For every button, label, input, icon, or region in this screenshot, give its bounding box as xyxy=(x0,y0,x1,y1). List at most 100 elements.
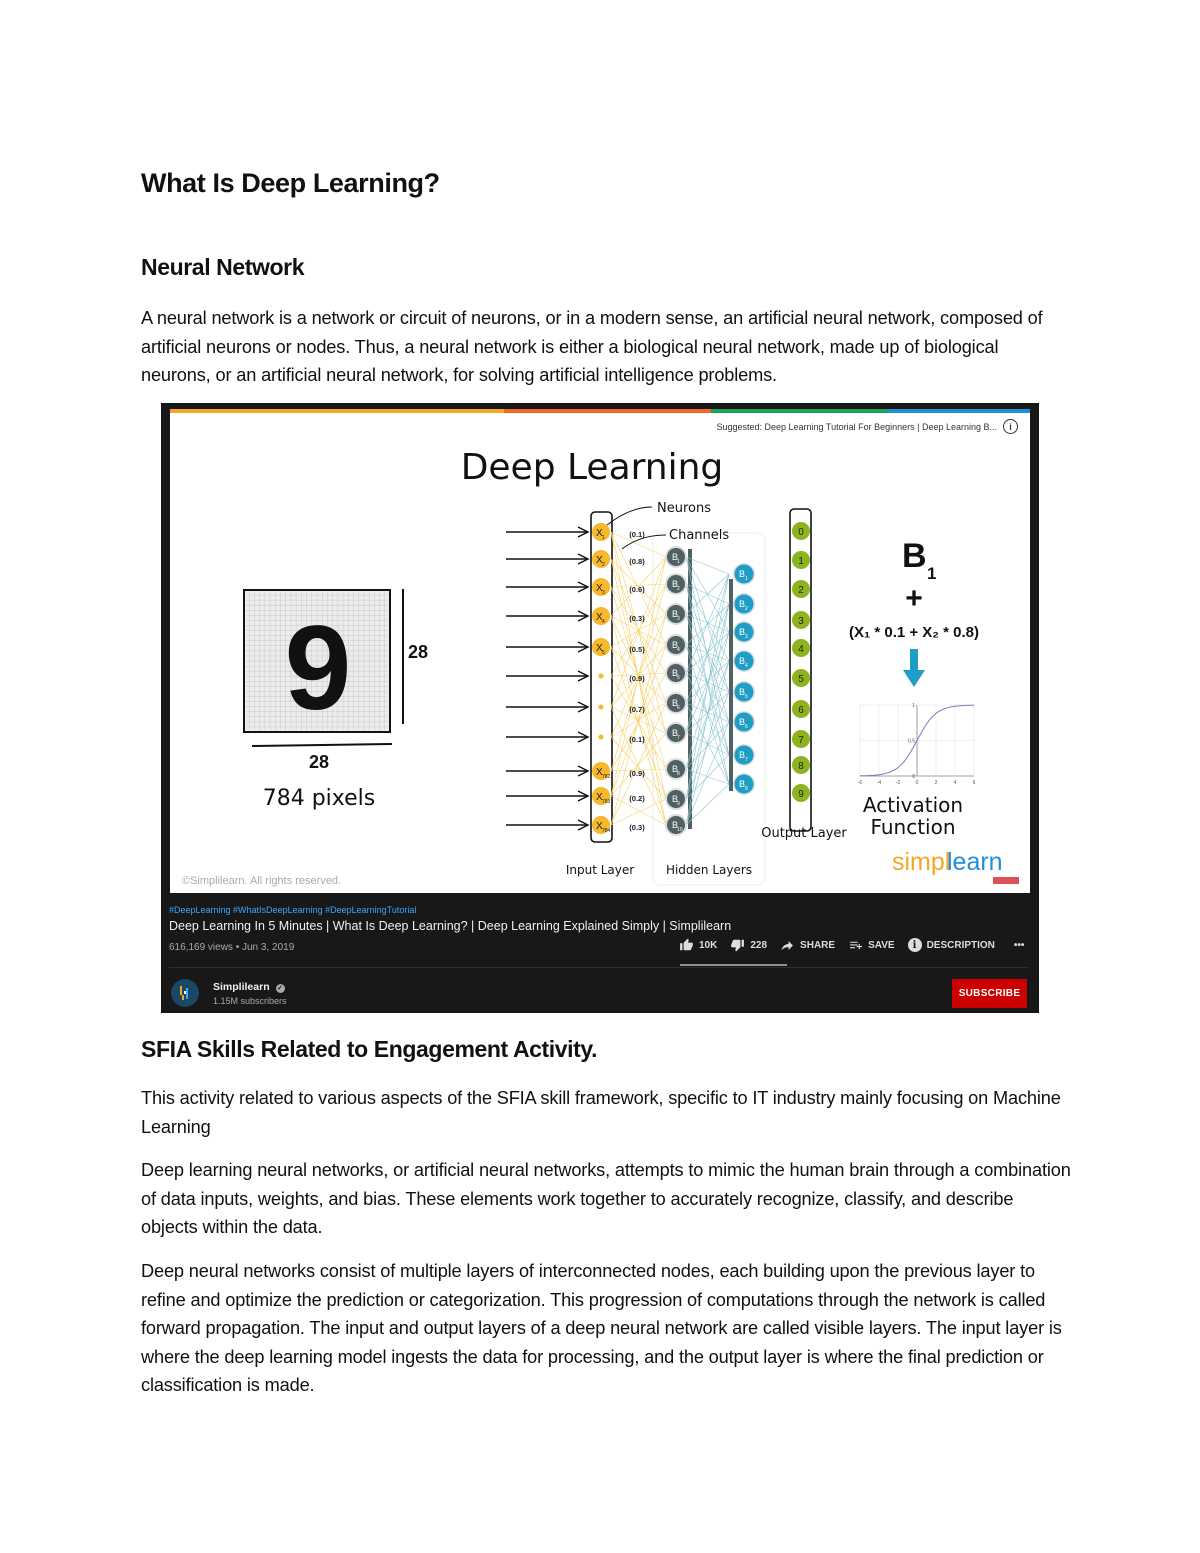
weight-label: (0.1) xyxy=(629,530,645,539)
input-node-dot xyxy=(598,673,604,679)
share-button[interactable]: SHARE xyxy=(780,939,835,952)
weight-label: (0.9) xyxy=(629,674,645,683)
subscriber-count: 1.15M subscribers xyxy=(213,995,287,1006)
output-node-label: 3 xyxy=(798,616,804,627)
video-player[interactable]: Suggested: Deep Learning Tutorial For Be… xyxy=(161,403,1039,1013)
output-node-label: 6 xyxy=(798,705,804,716)
weight-label: (0.3) xyxy=(629,614,645,623)
sigmoid-y-tick: 1 xyxy=(912,703,915,709)
sigmoid-x-tick: 4 xyxy=(954,780,957,786)
page-title: What Is Deep Learning? xyxy=(141,168,440,198)
like-ratio-bar xyxy=(680,964,787,966)
channel-info[interactable]: Simplilearn ✓ 1.15M subscribers xyxy=(171,979,287,1007)
output-node-label: 1 xyxy=(798,556,804,567)
down-arrow-shaft xyxy=(910,649,918,671)
hidden2-node-subscript: 5 xyxy=(745,694,748,700)
divider xyxy=(169,967,1027,968)
weight-label: (0.1) xyxy=(629,735,645,744)
sigmoid-x-tick: -4 xyxy=(877,780,882,786)
more-actions-button[interactable]: ••• xyxy=(1014,940,1025,951)
section-heading-neural-network: Neural Network xyxy=(141,254,305,280)
brand-text-learn: learn xyxy=(947,848,1003,876)
paragraph-sfia-3: Deep neural networks consist of multiple… xyxy=(141,1261,1062,1396)
hidden2-node-subscript: 6 xyxy=(745,724,748,730)
output-node-label: 0 xyxy=(798,527,804,538)
neurons-label: Neurons xyxy=(657,501,711,516)
video-actions: 10K 228 SHARE SAVE i DESCRIPTION ••• xyxy=(679,938,1024,952)
pixels-label: 784 pixels xyxy=(263,786,376,811)
deep-learning-diagram: Deep Learning9 2828784 pixelsX 1X 2X 3X 4X 5X 7… xyxy=(243,447,1019,886)
width-line xyxy=(251,743,393,747)
width-label: 28 xyxy=(309,752,329,772)
description-button[interactable]: i DESCRIPTION xyxy=(907,938,995,952)
channels-label: Channels xyxy=(669,528,729,543)
hidden-bar-2 xyxy=(729,579,733,791)
weight-label: (0.7) xyxy=(629,705,645,714)
digit-nine: 9 xyxy=(285,601,352,735)
hidden1-node-subscript: 6 xyxy=(677,705,680,711)
hidden2-node-subscript: 3 xyxy=(745,634,748,640)
hidden1-node-subscript: 1 xyxy=(677,559,680,565)
copyright-text: ©Simplilearn. All rights reserved. xyxy=(182,875,342,887)
hidden-layers-label: Hidden Layers xyxy=(666,863,752,877)
neurons-arrow xyxy=(606,506,653,526)
hashtags[interactable]: #DeepLearning #WhatIsDeepLearning #DeepL… xyxy=(169,905,1031,915)
channel-name[interactable]: Simplilearn xyxy=(213,981,270,993)
output-node-label: 8 xyxy=(798,761,804,772)
hidden2-node-subscript: 4 xyxy=(745,663,748,669)
hidden1-node-subscript: 7 xyxy=(677,735,680,741)
dislike-button[interactable]: 228 xyxy=(730,938,767,952)
weight-label: (0.9) xyxy=(629,769,645,778)
share-label: SHARE xyxy=(800,939,836,951)
output-node-label: 7 xyxy=(798,735,804,746)
more-icon: ••• xyxy=(1013,939,1025,951)
formula-plus: + xyxy=(905,582,923,615)
input-node-subscript: 784 xyxy=(602,828,611,834)
video-meta: #DeepLearning #WhatIsDeepLearning #DeepL… xyxy=(169,905,1031,968)
hidden1-node-subscript: 8 xyxy=(677,771,680,777)
sigmoid-x-tick: -2 xyxy=(896,780,901,786)
hidden1-node-subscript: 3 xyxy=(677,616,680,622)
dislike-count: 228 xyxy=(750,939,768,951)
sigmoid-x-tick: 2 xyxy=(935,780,938,786)
output-node-label: 4 xyxy=(798,644,804,655)
input-node-dot xyxy=(598,704,604,710)
description-label: DESCRIPTION xyxy=(926,939,995,951)
hidden2-node-subscript: 8 xyxy=(745,786,748,792)
like-button[interactable]: 10K xyxy=(679,938,717,952)
activation-label-line2: Function xyxy=(870,815,955,839)
channel-avatar[interactable] xyxy=(171,979,199,1007)
hidden2-node-subscript: 7 xyxy=(745,757,748,763)
paragraph-sfia-2: Deep learning neural networks, or artifi… xyxy=(141,1160,1071,1238)
subscribe-button[interactable]: SUBSCRIBE xyxy=(952,979,1027,1008)
hidden1-node-subscript: 10 xyxy=(677,827,683,833)
sigmoid-x-tick: 6 xyxy=(973,780,976,786)
brand-text-simpl: simpl xyxy=(892,848,950,876)
weight-label: (0.8) xyxy=(629,557,645,566)
views-date: 616,169 views • Jun 3, 2019 xyxy=(169,942,295,953)
hidden1-node-subscript: 2 xyxy=(677,586,680,592)
sigmoid-y-tick: 0 xyxy=(912,774,915,780)
input-node-dot xyxy=(598,734,604,740)
hidden2-node-subscript: 2 xyxy=(745,606,748,612)
input-node-subscript: 782 xyxy=(602,774,611,780)
section-heading-sfia: SFIA Skills Related to Engagement Activi… xyxy=(141,1036,598,1062)
output-layer-label: Output Layer xyxy=(761,826,847,841)
video-title: Deep Learning In 5 Minutes | What Is Dee… xyxy=(169,919,732,933)
playlist-add-icon xyxy=(850,941,863,949)
share-icon xyxy=(781,940,793,950)
output-node-label: 2 xyxy=(798,585,804,596)
input-node-subscript: 783 xyxy=(602,799,611,805)
input-node-subscript: 5 xyxy=(602,650,605,656)
save-button[interactable]: SAVE xyxy=(848,939,895,952)
input-layer-label: Input Layer xyxy=(566,863,634,877)
channel-name-row[interactable]: Simplilearn ✓ xyxy=(213,981,287,993)
thumbs-down-icon xyxy=(731,939,745,952)
hidden2-node-subscript: 1 xyxy=(745,576,748,582)
height-label: 28 xyxy=(408,642,428,662)
activation-label-line1: Activation xyxy=(863,793,963,817)
down-arrow-head xyxy=(903,670,925,687)
info-circle-icon: i xyxy=(907,938,922,952)
video-frame[interactable]: Suggested: Deep Learning Tutorial For Be… xyxy=(170,409,1030,893)
sigmoid-y-tick: 0.5 xyxy=(908,739,915,745)
